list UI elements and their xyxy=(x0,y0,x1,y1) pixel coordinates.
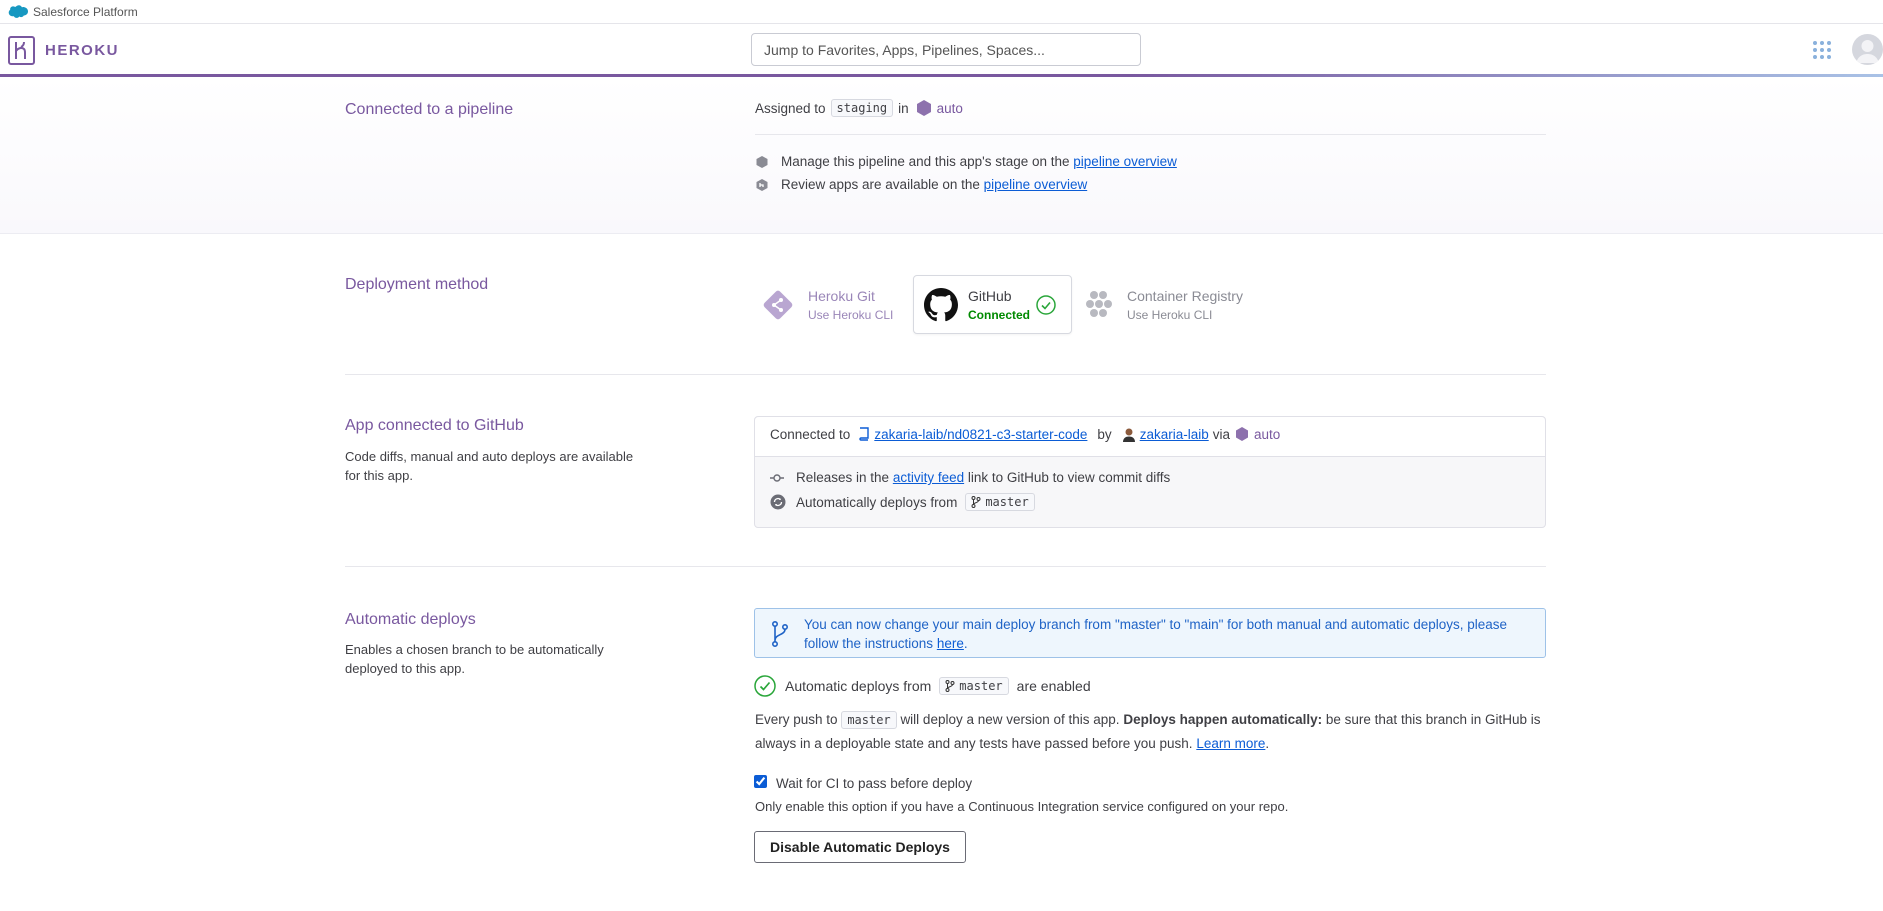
pipeline-icon xyxy=(916,100,931,116)
main-branch-info-banner: You can now change your main deploy bran… xyxy=(754,608,1546,658)
auto-deploy-explanation: Every push to master will deploy a new v… xyxy=(755,708,1555,755)
push-branch-badge: master xyxy=(841,711,897,729)
pipeline-stage-icon xyxy=(756,155,768,168)
salesforce-platform-label: Salesforce Platform xyxy=(33,4,138,19)
branch-name: master xyxy=(959,679,1003,693)
salesforce-cloud-icon xyxy=(8,5,28,18)
container-registry-label: Container Registry xyxy=(1127,287,1243,304)
github-section-title: App connected to GitHub xyxy=(345,417,524,434)
manage-text: Manage this pipeline and this app's stag… xyxy=(781,154,1070,169)
salesforce-bar: Salesforce Platform xyxy=(0,0,1883,24)
banner-end: . xyxy=(963,636,968,651)
releases-post: link to GitHub to view commit diffs xyxy=(967,470,1171,485)
branch-icon xyxy=(971,496,981,508)
review-text: Review apps are available on the xyxy=(781,177,980,192)
check-circle-icon xyxy=(1036,294,1056,315)
pipeline-title: Connected to a pipeline xyxy=(345,101,514,118)
github-user-link[interactable]: zakaria-laib xyxy=(1140,427,1209,442)
pipeline-icon xyxy=(1235,427,1248,441)
push-bold: Deploys happen automatically: xyxy=(1123,712,1323,727)
sync-icon xyxy=(770,494,786,510)
container-registry-option[interactable]: Container Registry Use Heroku CLI xyxy=(1085,275,1255,334)
repo-link[interactable]: zakaria-laib/nd0821-c3-starter-code xyxy=(874,427,1087,442)
manage-pipeline-row: Manage this pipeline and this app's stag… xyxy=(755,154,1177,169)
banner-here-link[interactable]: here xyxy=(937,636,964,651)
repo-icon xyxy=(859,427,870,441)
auto-deploys-enabled-row: Automatic deploys from master are enable… xyxy=(754,675,1091,697)
github-connected-status: Connected xyxy=(968,307,1031,322)
section-divider xyxy=(345,374,1546,375)
wait-for-ci-checkbox[interactable] xyxy=(754,775,767,788)
heroku-logo-icon[interactable] xyxy=(8,36,35,65)
container-registry-icon xyxy=(1086,290,1112,317)
search-input[interactable] xyxy=(751,33,1141,66)
github-option[interactable]: GitHub Connected xyxy=(913,275,1072,334)
by-label: by xyxy=(1097,426,1112,442)
commit-icon xyxy=(770,473,784,482)
user-avatar[interactable] xyxy=(1852,34,1883,65)
branch-name: master xyxy=(985,495,1029,509)
heroku-git-label: Heroku Git xyxy=(808,287,875,304)
activity-feed-link[interactable]: activity feed xyxy=(893,470,964,485)
releases-row: Releases in the activity feed link to Gi… xyxy=(770,470,1170,485)
releases-pre: Releases in the xyxy=(796,470,890,485)
disable-automatic-deploys-button[interactable]: Disable Automatic Deploys xyxy=(754,831,966,863)
review-pipeline-overview-link[interactable]: pipeline overview xyxy=(984,177,1088,192)
push-mid: will deploy a new version of this app. xyxy=(900,712,1120,727)
pipeline-overview-link[interactable]: pipeline overview xyxy=(1073,154,1177,169)
github-section-desc: Code diffs, manual and auto deploys are … xyxy=(345,449,634,483)
banner-text: You can now change your main deploy bran… xyxy=(804,617,1508,651)
connected-to-label: Connected to xyxy=(770,426,851,442)
in-label: in xyxy=(898,100,909,116)
heroku-brand[interactable]: HEROKU xyxy=(45,42,119,59)
github-label: GitHub xyxy=(968,287,1012,304)
enabled-pre: Automatic deploys from xyxy=(785,678,932,694)
push-pre: Every push to xyxy=(755,712,838,727)
auto-from-text: Automatically deploys from xyxy=(796,494,958,510)
github-icon xyxy=(924,287,958,321)
auto-deploy-from-row: Automatically deploys from master xyxy=(770,493,1035,511)
push-period: . xyxy=(1265,736,1270,751)
auto-deploys-title: Automatic deploys xyxy=(345,611,476,628)
learn-more-link[interactable]: Learn more xyxy=(1196,736,1265,751)
section-divider-2 xyxy=(345,566,1546,567)
ci-note: Only enable this option if you have a Co… xyxy=(755,799,1289,814)
branch-icon xyxy=(945,680,955,692)
heroku-header: HEROKU xyxy=(0,25,1883,77)
git-branch-icon xyxy=(771,621,789,647)
enabled-post: are enabled xyxy=(1016,678,1091,694)
check-circle-icon xyxy=(754,675,776,697)
assigned-label: Assigned to xyxy=(755,100,826,116)
heroku-git-sub: Use Heroku CLI xyxy=(808,307,894,322)
heroku-git-icon xyxy=(763,290,793,319)
review-apps-icon xyxy=(756,178,768,191)
review-apps-row: Review apps are available on the pipelin… xyxy=(755,177,1087,192)
auto-deploys-desc: Enables a chosen branch to be automatica… xyxy=(345,642,604,676)
container-registry-sub: Use Heroku CLI xyxy=(1127,307,1213,322)
pipeline-divider xyxy=(755,134,1546,135)
user-avatar-icon xyxy=(1121,426,1136,442)
via-label: via xyxy=(1212,426,1230,442)
github-connection-row: Connected to zakaria-laib/nd0821-c3-star… xyxy=(770,426,1280,442)
stage-badge: staging xyxy=(830,99,894,117)
heroku-git-option[interactable]: Heroku Git Use Heroku CLI xyxy=(760,275,910,334)
pipeline-name[interactable]: auto xyxy=(937,101,963,116)
wait-for-ci-label[interactable]: Wait for CI to pass before deploy xyxy=(776,776,972,791)
branch-badge: master xyxy=(939,677,1009,695)
deployment-method-title: Deployment method xyxy=(345,276,489,293)
branch-badge: master xyxy=(965,493,1035,511)
pipeline-assignment: Assigned to staging in auto xyxy=(755,99,963,117)
via-pipeline-name[interactable]: auto xyxy=(1254,427,1280,442)
apps-grid-icon[interactable] xyxy=(1812,40,1832,60)
